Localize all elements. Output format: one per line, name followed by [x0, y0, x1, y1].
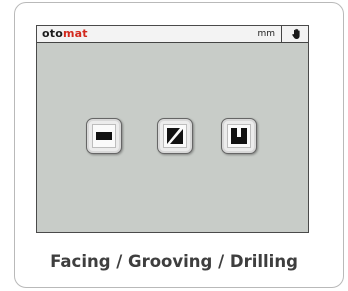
- drilling-icon: [227, 124, 251, 148]
- grooving-button[interactable]: [157, 118, 193, 154]
- machine-screen: otomat mm: [36, 25, 309, 233]
- facing-icon: [92, 124, 116, 148]
- grooving-icon: [163, 124, 187, 148]
- unit-indicator: mm: [257, 26, 282, 42]
- title-bar: otomat mm: [37, 26, 308, 43]
- logo-mat: mat: [62, 27, 88, 40]
- hand-icon[interactable]: [286, 26, 308, 42]
- drilling-button[interactable]: [221, 118, 257, 154]
- facing-button[interactable]: [86, 118, 122, 154]
- logo-oto: oto: [42, 27, 63, 40]
- otomat-logo: otomat: [42, 26, 88, 42]
- feature-caption: Facing / Grooving / Drilling: [50, 252, 298, 271]
